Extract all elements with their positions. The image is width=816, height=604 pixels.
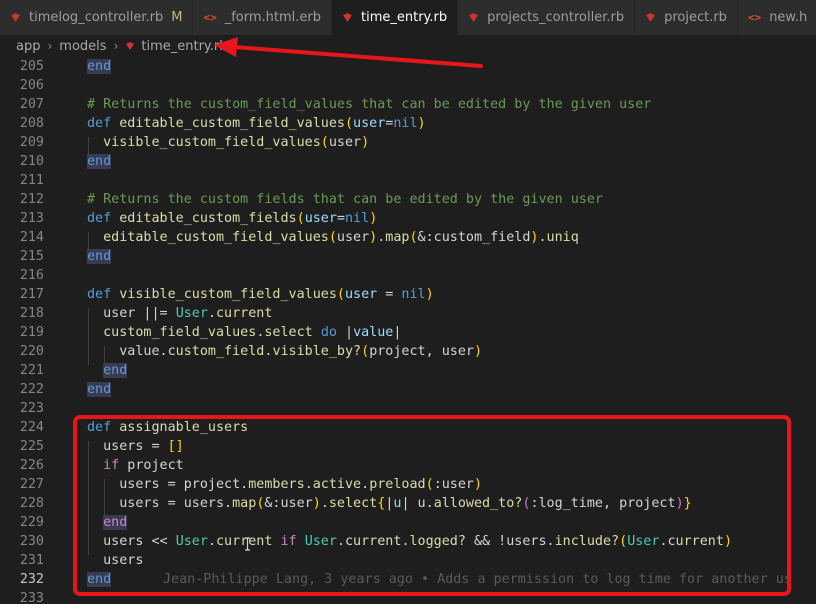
tab-label: new.h [769, 10, 808, 25]
line-number: 230 [19, 534, 44, 549]
code-line: 221 end [0, 361, 816, 380]
code-text: custom_field_values.select do |value| [103, 325, 402, 340]
line-number: 206 [19, 78, 44, 93]
tab-bar: timelog_controller.rb M <> _form.html.er… [0, 0, 816, 35]
line-number: 220 [19, 344, 44, 359]
ruby-icon [343, 13, 352, 22]
code-text: value.custom_field.visible_by?(project, … [87, 344, 483, 359]
code-line: 206 [0, 76, 816, 95]
modified-badge: M [171, 10, 183, 25]
code-line: 210 end [0, 152, 816, 171]
line-number: 209 [19, 135, 44, 150]
code-text: def editable_custom_field_values(user=ni… [87, 116, 426, 131]
tab-form-html-erb[interactable]: <> _form.html.erb [193, 0, 332, 35]
tab-projects-controller[interactable]: projects_controller.rb [458, 0, 636, 35]
tab-new-html[interactable]: <> new.h [737, 0, 816, 35]
code-line: 216 [0, 266, 816, 285]
chevron-right-icon: › [47, 39, 53, 53]
ruby-icon [126, 42, 135, 50]
code-line: 219 custom_field_values.select do |value… [0, 323, 816, 342]
line-number: 229 [19, 515, 44, 530]
line-number: 205 [19, 59, 44, 74]
line-number: 217 [19, 287, 44, 302]
tab-label: projects_controller.rb [487, 10, 625, 25]
line-number: 233 [19, 591, 44, 604]
code-line: 207 # Returns the custom_field_values tha… [0, 95, 816, 114]
code-text: visible_custom_field_values(user) [103, 135, 370, 150]
code-text: end [87, 154, 112, 169]
code-line: 218 user ||= User.current [0, 304, 816, 323]
html-icon: <> [203, 11, 217, 24]
code-text: # Returns the custom fields that can be … [87, 192, 603, 207]
code-text: user ||= User.current [87, 306, 273, 321]
line-number: 226 [19, 458, 44, 473]
line-number: 218 [19, 306, 44, 321]
line-number: 224 [19, 420, 44, 435]
code-line: 220 value.custom_field.visible_by?(proje… [0, 342, 816, 361]
line-number: 214 [19, 230, 44, 245]
annotation-highlight-box [73, 415, 791, 596]
ruby-icon [469, 13, 479, 22]
line-number: 207 [19, 97, 44, 112]
line-number: 223 [19, 401, 44, 416]
code-text: end [87, 249, 112, 264]
line-number: 227 [19, 477, 44, 492]
line-number: 212 [19, 192, 44, 207]
tab-timelog-controller[interactable]: timelog_controller.rb M [0, 0, 194, 35]
code-line: 222 end [0, 380, 816, 399]
line-number: 225 [19, 439, 44, 454]
code-line: 217 def visible_custom_field_values(user … [0, 285, 816, 304]
code-line: 213 def editable_custom_fields(user=nil) [0, 209, 816, 228]
tab-project[interactable]: project.rb [635, 0, 738, 35]
code-text: def visible_custom_field_values(user = n… [87, 287, 434, 302]
chevron-right-icon: › [113, 39, 119, 53]
breadcrumb-item-app[interactable]: app [16, 39, 40, 54]
line-number: 210 [19, 154, 44, 169]
code-line: 211 [0, 171, 816, 190]
ruby-icon [646, 13, 655, 22]
line-number: 219 [19, 325, 44, 340]
code-line: 208 def editable_custom_field_values(user… [0, 114, 816, 133]
line-number: 208 [19, 116, 44, 131]
breadcrumb-item-file[interactable]: time_entry.rb [141, 39, 227, 54]
code-line: 205 end [0, 57, 816, 76]
line-number: 213 [19, 211, 44, 226]
tab-time-entry[interactable]: time_entry.rb [332, 0, 459, 35]
line-number: 222 [19, 382, 44, 397]
line-number: 231 [19, 553, 44, 568]
tab-label: timelog_controller.rb [29, 10, 164, 25]
code-line: 215 end [0, 247, 816, 266]
tab-label: project.rb [664, 10, 727, 25]
code-line: 214 editable_custom_field_values(user).m… [0, 228, 816, 247]
code-line: 209 visible_custom_field_values(user) [0, 133, 816, 152]
breadcrumb: app › models › time_entry.rb [0, 35, 816, 57]
code-text: editable_custom_field_values(user).map(&… [103, 230, 579, 245]
line-number: 221 [19, 363, 44, 378]
tab-label: _form.html.erb [224, 10, 321, 25]
tab-label: time_entry.rb [361, 10, 448, 25]
breadcrumb-item-models[interactable]: models [59, 39, 106, 54]
line-number: 232 [19, 572, 44, 587]
code-text: end [103, 363, 128, 378]
code-text: # Returns the custom_field_values that c… [87, 97, 652, 112]
code-text: end [87, 382, 112, 397]
code-line: 212 # Returns the custom fields that can … [0, 190, 816, 209]
line-number: 216 [19, 268, 44, 283]
line-number: 215 [19, 249, 44, 264]
ruby-icon [11, 13, 20, 22]
html-icon: <> [747, 11, 762, 24]
code-text: end [87, 59, 112, 74]
line-number: 211 [19, 173, 44, 188]
code-text: def editable_custom_fields(user=nil) [87, 211, 378, 226]
line-number: 228 [19, 496, 44, 511]
